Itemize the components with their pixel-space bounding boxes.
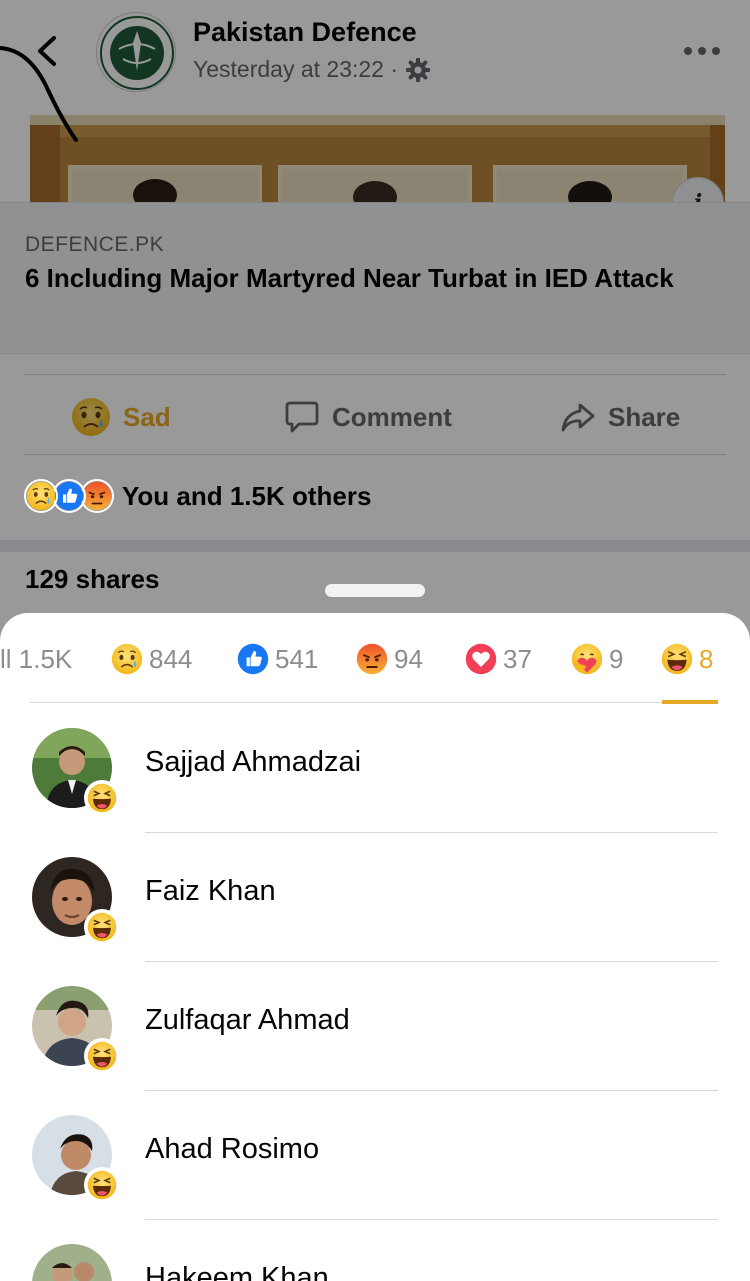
sheet-grab-handle[interactable] bbox=[325, 584, 425, 597]
like-icon bbox=[237, 643, 269, 675]
person-name[interactable]: Hakeem Khan bbox=[145, 1262, 329, 1281]
tab-all[interactable]: ll 1.5K bbox=[0, 639, 72, 679]
person-name[interactable]: Zulfaqar Ahmad bbox=[145, 1004, 350, 1037]
care-icon bbox=[571, 643, 603, 675]
tab-label: 844 bbox=[149, 643, 193, 674]
love-icon bbox=[465, 643, 497, 675]
tab-label: ll 1.5K bbox=[0, 643, 73, 674]
avatar[interactable] bbox=[32, 1244, 112, 1281]
person-name[interactable]: Faiz Khan bbox=[145, 875, 276, 908]
sad-icon bbox=[111, 643, 143, 675]
divider bbox=[145, 961, 718, 962]
haha-icon bbox=[84, 780, 120, 816]
tab-haha[interactable]: 8 bbox=[661, 639, 713, 679]
haha-icon bbox=[84, 1167, 120, 1203]
tab-label: 37 bbox=[503, 643, 532, 674]
angry-icon bbox=[356, 643, 388, 675]
divider bbox=[145, 1090, 718, 1091]
active-tab-indicator bbox=[662, 700, 718, 704]
haha-icon bbox=[661, 643, 693, 675]
person-name[interactable]: Ahad Rosimo bbox=[145, 1133, 319, 1166]
tab-label: 94 bbox=[394, 643, 423, 674]
reactions-sheet: ll 1.5K 844 541 94 37 9 8 Sajjad Ahmadza… bbox=[0, 613, 750, 1281]
sad-icon bbox=[24, 479, 58, 513]
tab-label: 9 bbox=[609, 643, 624, 674]
divider bbox=[145, 1219, 718, 1220]
tab-care[interactable]: 9 bbox=[571, 639, 623, 679]
divider bbox=[145, 832, 718, 833]
haha-icon bbox=[84, 909, 120, 945]
haha-icon bbox=[84, 1038, 120, 1074]
tab-like[interactable]: 541 bbox=[237, 639, 318, 679]
tab-label: 8 bbox=[699, 643, 714, 674]
tab-love[interactable]: 37 bbox=[465, 639, 532, 679]
tab-label: 541 bbox=[275, 643, 319, 674]
avatar-photo-image bbox=[32, 1244, 112, 1281]
tab-sad[interactable]: 844 bbox=[111, 639, 192, 679]
tab-angry[interactable]: 94 bbox=[356, 639, 423, 679]
person-name[interactable]: Sajjad Ahmadzai bbox=[145, 746, 361, 779]
